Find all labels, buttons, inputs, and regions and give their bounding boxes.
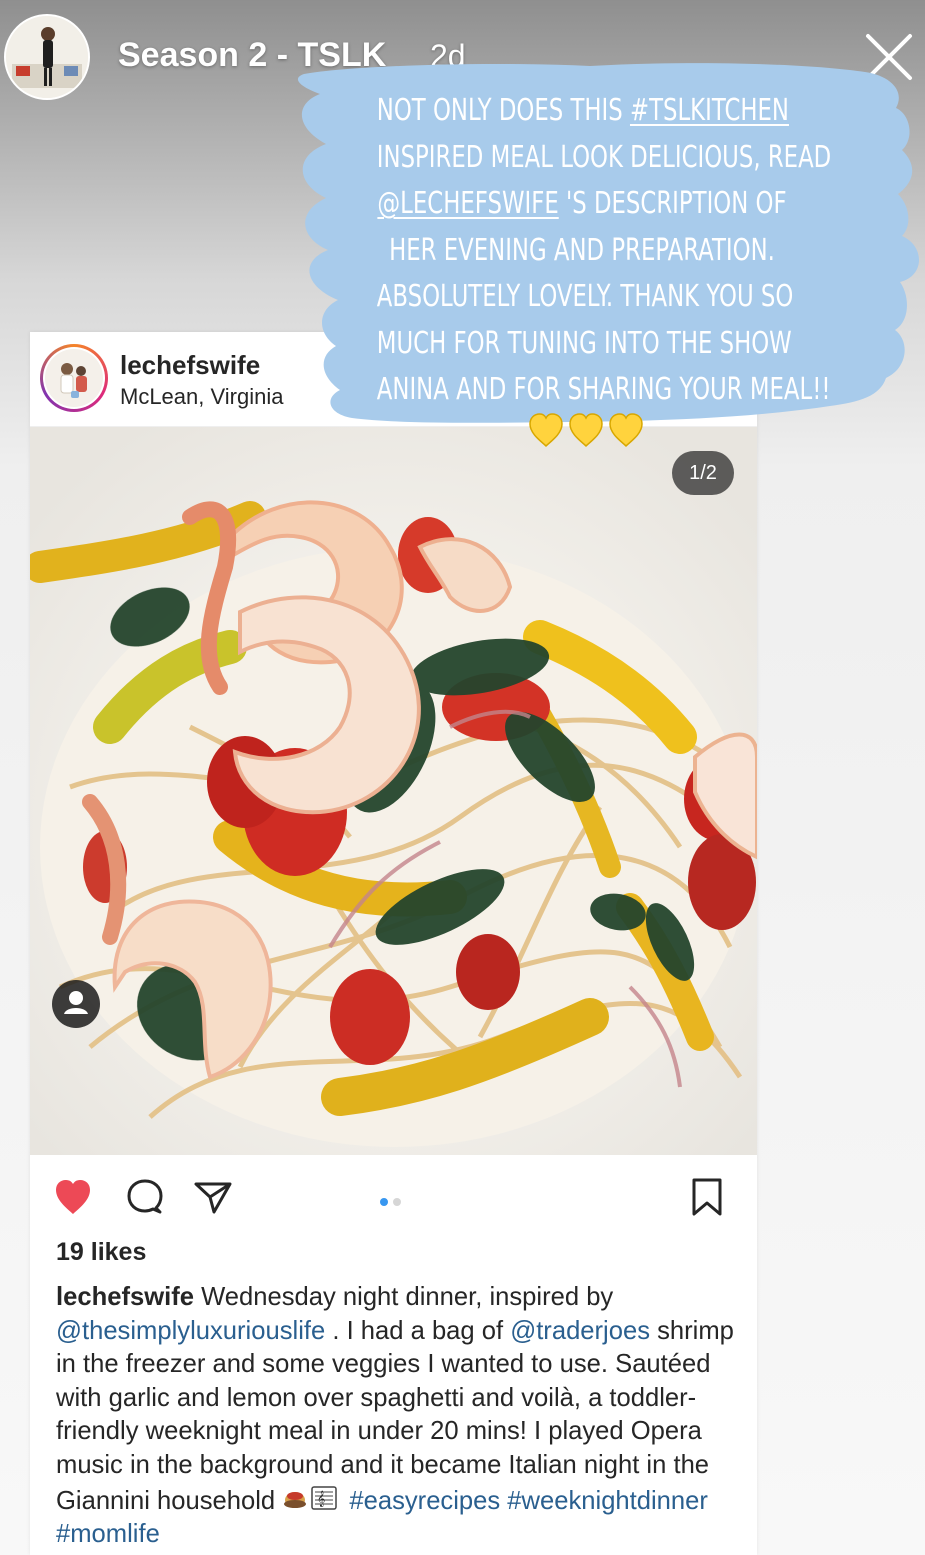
- overlay-line: Anina and for sharing your meal!!: [376, 372, 831, 407]
- post-avatar-image: [43, 347, 105, 409]
- overlay-line: @lechefswife 's description of: [377, 186, 787, 221]
- overlay-line: Absolutely lovely. Thank you so: [376, 279, 794, 314]
- story-avatar[interactable]: [4, 14, 90, 100]
- story-overlay-text: Not only does this #TSLKitchen inspired …: [312, 88, 852, 414]
- likes-count[interactable]: 19 likes: [56, 1238, 146, 1267]
- image-counter-badge: 1/2: [672, 451, 734, 495]
- instagram-post-card: lechefswife McLean, Virginia 1/2 19 like…: [30, 332, 757, 1555]
- caption-mention-2[interactable]: @traderjoes: [510, 1317, 650, 1345]
- overlay-hashtag-tslkitchen[interactable]: #TSLKitchen: [630, 93, 789, 128]
- spaghetti-musical-score-icons: 𝄞: [282, 1483, 342, 1513]
- overlay-line: Not only does this #TSLKitchen: [376, 93, 789, 128]
- caption-username[interactable]: lechefswife: [56, 1283, 194, 1311]
- share-icon[interactable]: [190, 1174, 236, 1220]
- carousel-dots: [378, 1194, 408, 1206]
- caption-text-3: shrimp in the freezer and some veggies I…: [56, 1316, 734, 1515]
- post-location[interactable]: McLean, Virginia: [120, 384, 283, 410]
- caption-text-2: . I had a bag of: [325, 1316, 511, 1345]
- comment-icon[interactable]: [122, 1174, 168, 1220]
- like-icon[interactable]: [50, 1174, 96, 1220]
- user-tag-icon[interactable]: [52, 980, 100, 1028]
- svg-text:𝄞: 𝄞: [317, 1491, 325, 1507]
- post-actions: [30, 1162, 757, 1232]
- caption-mention-1[interactable]: @thesimplyluxuriouslife: [56, 1317, 325, 1345]
- caption-text-1: Wednesday night dinner, inspired by: [193, 1283, 614, 1311]
- overlay-line: her evening and preparation.: [389, 232, 775, 268]
- post-username[interactable]: lechefswife: [120, 350, 260, 381]
- post-photo[interactable]: [30, 427, 757, 1155]
- overlay-line: much for tuning into the show: [376, 325, 792, 361]
- post-avatar[interactable]: [40, 344, 108, 412]
- bookmark-icon[interactable]: [684, 1174, 730, 1220]
- post-caption: lechefswife Wednesday night dinner, insp…: [56, 1281, 736, 1552]
- overlay-mention-lechefswife[interactable]: @lechefswife: [377, 186, 558, 221]
- overlay-line: inspired meal look delicious, read: [376, 139, 832, 175]
- yellow-hearts-icon: [526, 410, 646, 452]
